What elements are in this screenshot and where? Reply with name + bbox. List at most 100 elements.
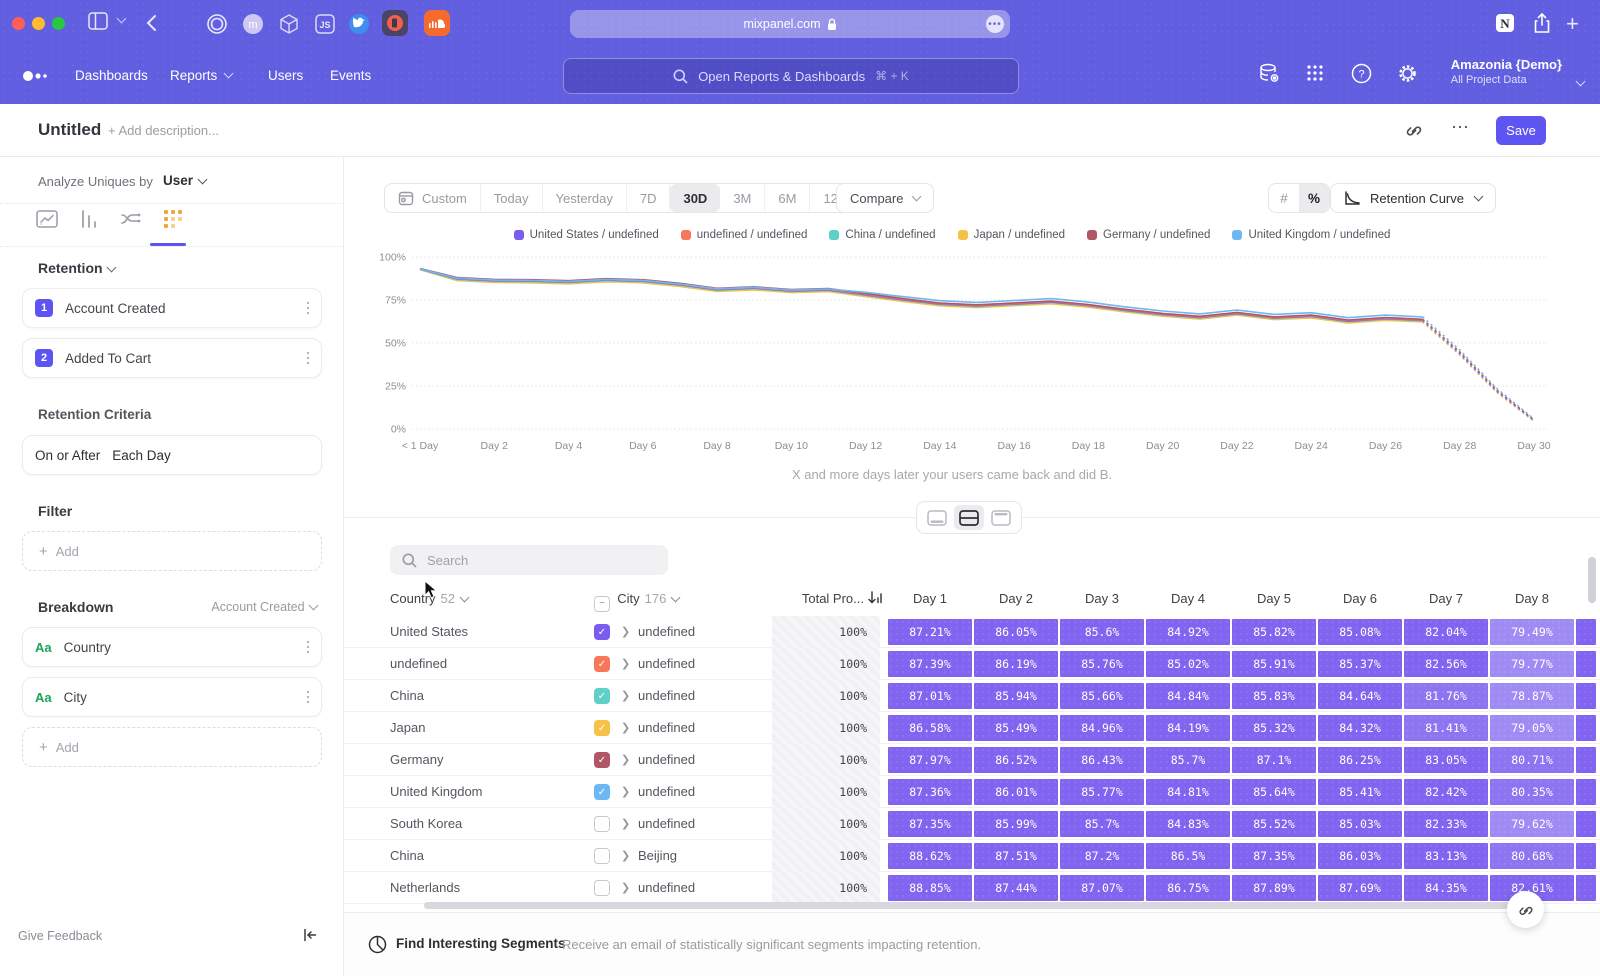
day-value-cell-clipped[interactable] [1576, 843, 1596, 869]
legend-item[interactable]: Germany / undefined [1087, 229, 1210, 241]
day-value-cell[interactable]: 84.64% [1318, 683, 1402, 709]
day-column-header[interactable]: Day 5 [1232, 591, 1316, 606]
table-row[interactable]: South Korea❯undefined100%87.35%85.99%85.… [344, 808, 1600, 840]
day-value-cell[interactable]: 88.62% [888, 843, 972, 869]
day-value-cell-clipped[interactable] [1576, 715, 1596, 741]
day-value-cell[interactable]: 82.56% [1404, 651, 1488, 677]
day-value-cell[interactable]: 87.1% [1232, 747, 1316, 773]
breakdown-card-country[interactable]: AaCountry [22, 627, 322, 667]
row-expand-icon[interactable]: ❯ [621, 721, 630, 734]
row-expand-icon[interactable]: ❯ [621, 689, 630, 702]
row-expand-icon[interactable]: ❯ [621, 785, 630, 798]
day-value-cell[interactable]: 85.02% [1146, 651, 1230, 677]
kebab-menu-icon[interactable] [307, 641, 310, 654]
day-value-cell[interactable]: 87.35% [888, 811, 972, 837]
row-expand-icon[interactable]: ❯ [621, 817, 630, 830]
breakdown-add-button[interactable]: +Add [22, 727, 322, 767]
vertical-scrollbar[interactable] [1588, 557, 1596, 603]
range-3m[interactable]: 3M [720, 184, 765, 212]
day-value-cell[interactable]: 85.66% [1060, 683, 1144, 709]
kebab-menu-icon[interactable] [307, 352, 310, 365]
day-value-cell[interactable]: 86.19% [974, 651, 1058, 677]
table-row[interactable]: China✓❯undefined100%87.01%85.94%85.66%84… [344, 680, 1600, 712]
day-value-cell[interactable]: 86.05% [974, 619, 1058, 645]
tab-flows[interactable] [119, 207, 145, 233]
day-value-cell[interactable]: 86.43% [1060, 747, 1144, 773]
more-options-icon[interactable]: ⋯ [1451, 117, 1470, 138]
day-value-cell[interactable]: 87.07% [1060, 875, 1144, 901]
day-value-cell[interactable]: 84.96% [1060, 715, 1144, 741]
day-value-cell[interactable]: 87.2% [1060, 843, 1144, 869]
row-checkbox[interactable]: ✓ [594, 624, 610, 640]
close-window-button[interactable] [12, 17, 25, 30]
range-6m[interactable]: 6M [765, 184, 810, 212]
row-checkbox[interactable] [594, 880, 610, 896]
row-expand-icon[interactable]: ❯ [621, 753, 630, 766]
tab-retention[interactable] [161, 207, 187, 233]
row-checkbox[interactable] [594, 816, 610, 832]
retention-section-toggle[interactable]: Retention [38, 260, 115, 276]
row-checkbox[interactable]: ✓ [594, 656, 610, 672]
range-yesterday[interactable]: Yesterday [543, 184, 627, 212]
copy-link-icon[interactable] [1404, 120, 1424, 140]
step-card-2[interactable]: 2Added To Cart [22, 338, 322, 378]
kebab-menu-icon[interactable] [307, 691, 310, 704]
day-column-header[interactable]: Day 1 [888, 591, 972, 606]
day-value-cell[interactable]: 82.33% [1404, 811, 1488, 837]
range-30d[interactable]: 30D [670, 184, 720, 212]
share-link-fab[interactable] [1507, 891, 1544, 928]
chevron-down-icon[interactable] [116, 17, 125, 24]
legend-item[interactable]: United States / undefined [514, 229, 659, 241]
table-row[interactable]: undefined✓❯undefined100%87.39%86.19%85.7… [344, 648, 1600, 680]
cube-extension-icon[interactable] [278, 13, 300, 35]
day-value-cell[interactable]: 87.44% [974, 875, 1058, 901]
day-value-cell-clipped[interactable] [1576, 683, 1596, 709]
range-custom[interactable]: Custom [385, 184, 481, 212]
breakdown-card-city[interactable]: AaCity [22, 677, 322, 717]
day-value-cell[interactable]: 87.01% [888, 683, 972, 709]
bird-extension-icon[interactable] [348, 13, 370, 35]
day-column-header[interactable]: Day 3 [1060, 591, 1144, 606]
day-column-header[interactable]: Day 4 [1146, 591, 1230, 606]
percent-toggle[interactable]: % [1299, 184, 1329, 212]
filter-add-button[interactable]: +Add [22, 531, 322, 571]
day-value-cell[interactable]: 80.35% [1490, 779, 1574, 805]
table-row[interactable]: China❯Beijing100%88.62%87.51%87.2%86.5%8… [344, 840, 1600, 872]
legend-item[interactable]: Japan / undefined [958, 229, 1065, 241]
help-icon[interactable]: ? [1350, 62, 1372, 84]
day-value-cell[interactable]: 85.99% [974, 811, 1058, 837]
day-value-cell[interactable]: 84.35% [1404, 875, 1488, 901]
day-value-cell[interactable]: 84.32% [1318, 715, 1402, 741]
share-icon[interactable] [1533, 12, 1551, 34]
apps-grid-icon[interactable] [1304, 62, 1326, 84]
day-value-cell[interactable]: 88.85% [888, 875, 972, 901]
layout-chart-only-button[interactable] [922, 505, 952, 530]
soundcloud-extension-icon[interactable] [424, 10, 450, 36]
day-value-cell[interactable]: 79.77% [1490, 651, 1574, 677]
day-value-cell-clipped[interactable] [1576, 747, 1596, 773]
row-checkbox[interactable]: ✓ [594, 688, 610, 704]
day-value-cell[interactable]: 85.6% [1060, 619, 1144, 645]
save-button[interactable]: Save [1496, 116, 1546, 145]
data-management-icon[interactable] [1258, 62, 1280, 84]
day-value-cell[interactable]: 86.01% [974, 779, 1058, 805]
project-switcher[interactable]: Amazonia {Demo} All Project Data [1451, 57, 1562, 86]
nav-reports[interactable]: Reports [170, 68, 232, 83]
day-value-cell[interactable]: 85.49% [974, 715, 1058, 741]
row-expand-icon[interactable]: ❯ [621, 625, 630, 638]
day-value-cell[interactable]: 85.82% [1232, 619, 1316, 645]
day-value-cell[interactable]: 80.71% [1490, 747, 1574, 773]
day-value-cell[interactable]: 82.04% [1404, 619, 1488, 645]
browser-sidebar-icon[interactable] [88, 12, 108, 30]
table-search-input[interactable]: Search [390, 545, 668, 575]
producthunt-extension-icon[interactable] [382, 10, 408, 36]
table-row[interactable]: United States✓❯undefined100%87.21%86.05%… [344, 616, 1600, 648]
legend-item[interactable]: China / undefined [829, 229, 935, 241]
layout-table-only-button[interactable] [986, 505, 1016, 530]
row-checkbox[interactable]: ✓ [594, 752, 610, 768]
day-value-cell[interactable]: 85.83% [1232, 683, 1316, 709]
row-expand-icon[interactable]: ❯ [621, 849, 630, 862]
table-row[interactable]: Japan✓❯undefined100%86.58%85.49%84.96%84… [344, 712, 1600, 744]
settings-gear-icon[interactable] [1396, 62, 1418, 84]
legend-item[interactable]: United Kingdom / undefined [1232, 229, 1390, 241]
